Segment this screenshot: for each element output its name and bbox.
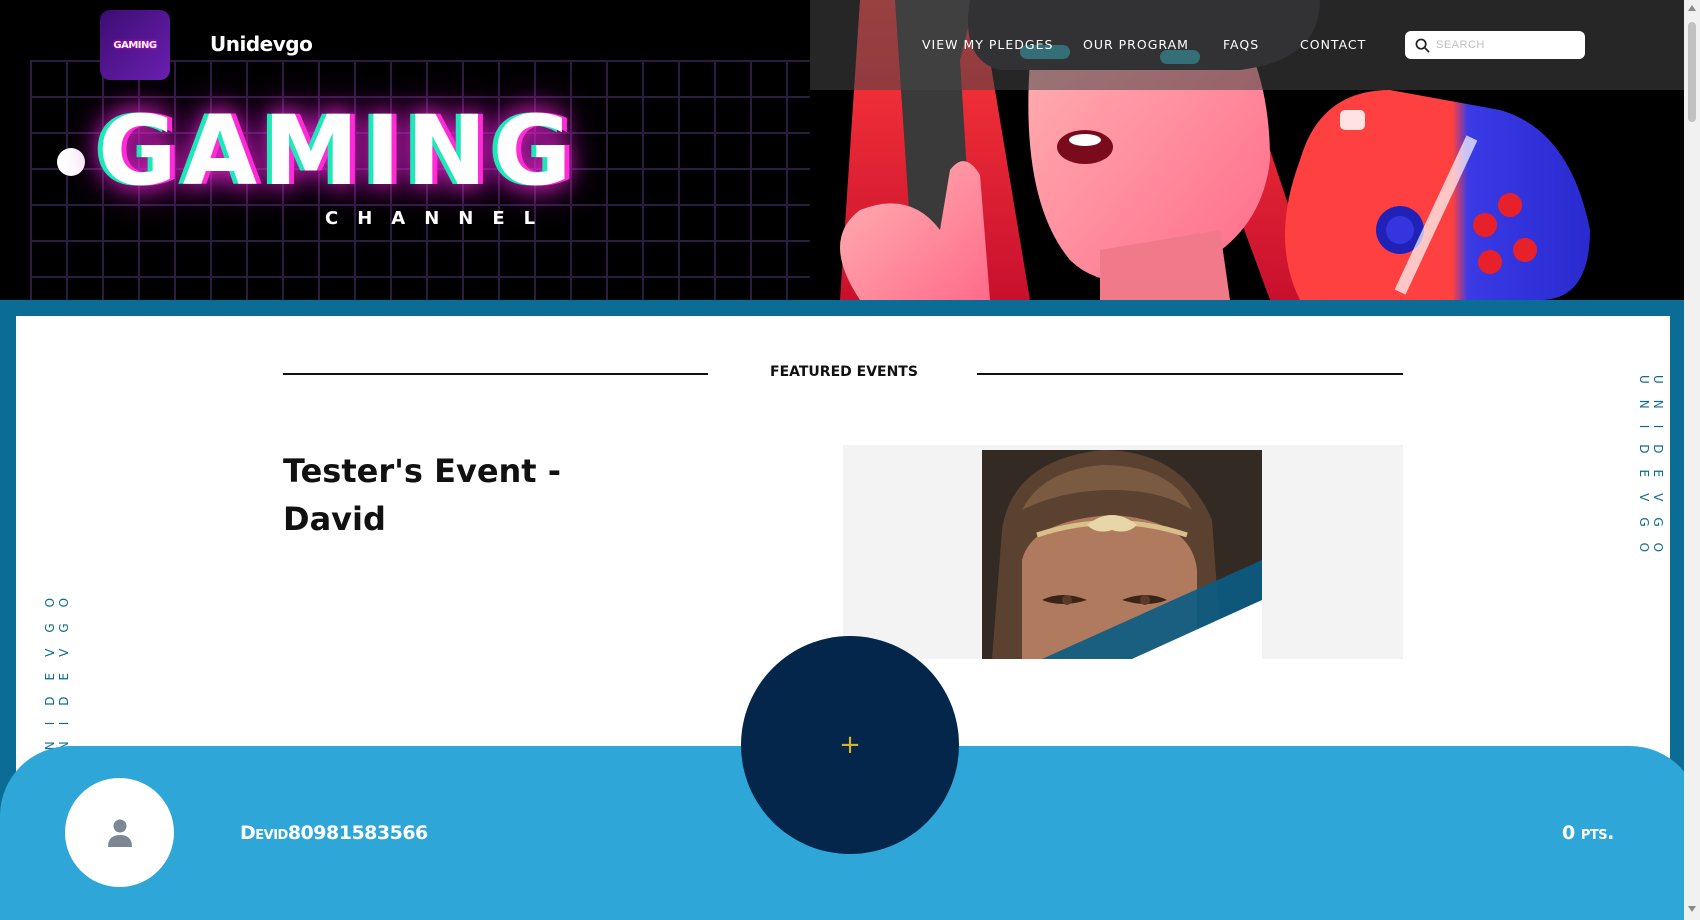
- hero-title: GAMING: [98, 95, 578, 207]
- scrollbar-thumb[interactable]: [1688, 22, 1696, 122]
- plus-icon: +: [839, 730, 861, 760]
- heading-rule-right: [977, 373, 1403, 375]
- nav-our-program[interactable]: OUR PROGRAM: [1083, 37, 1189, 52]
- page: GAMING CHANNEL GAMING Unidevgo VIEW MY P…: [0, 0, 1700, 920]
- heading-rule-left: [283, 373, 708, 375]
- page-scrollbar[interactable]: [1684, 0, 1700, 920]
- hero-subtitle: CHANNEL: [325, 208, 555, 229]
- scroll-down-arrow-icon[interactable]: [1688, 906, 1696, 912]
- site-logo[interactable]: GAMING: [100, 10, 170, 80]
- nav-view-my-pledges[interactable]: VIEW MY PLEDGES: [922, 37, 1053, 52]
- username: Devid80981583566: [240, 822, 428, 844]
- add-button[interactable]: +: [741, 636, 959, 854]
- logo-text: GAMING: [113, 39, 157, 51]
- search-input[interactable]: [1436, 39, 1576, 51]
- vertical-brand-text-left: UNIDEVGO UNIDEVGO: [43, 581, 71, 775]
- event-image[interactable]: [982, 450, 1262, 659]
- hero-banner: GAMING CHANNEL GAMING Unidevgo VIEW MY P…: [0, 0, 1684, 300]
- nav-contact[interactable]: CONTACT: [1300, 37, 1366, 52]
- brand-name[interactable]: Unidevgo: [210, 32, 313, 56]
- search-icon[interactable]: [1415, 38, 1430, 53]
- user-icon: [107, 819, 132, 847]
- user-avatar[interactable]: [65, 778, 174, 887]
- points-balance: 0 pts.: [1562, 822, 1614, 844]
- scroll-up-arrow-icon[interactable]: [1688, 5, 1696, 11]
- nav-faqs[interactable]: FAQS: [1223, 37, 1259, 52]
- event-title[interactable]: Tester's Event - David: [283, 447, 603, 543]
- event-image-container[interactable]: [843, 445, 1403, 659]
- vertical-brand-text-right: UNIDEVGO UNIDEVGO: [1637, 375, 1665, 569]
- search-box[interactable]: [1405, 31, 1585, 59]
- featured-events-heading: FEATURED EVENTS: [770, 364, 918, 380]
- hero-decoration-dot: [57, 148, 85, 176]
- top-navigation-bar: GAMING Unidevgo VIEW MY PLEDGES OUR PROG…: [0, 0, 1684, 90]
